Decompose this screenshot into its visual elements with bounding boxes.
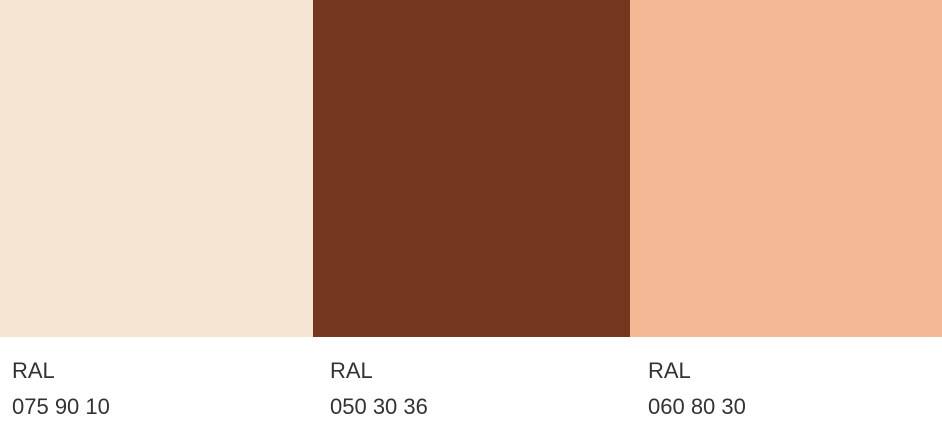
swatch-color-block[interactable] <box>0 0 313 337</box>
swatch-system: RAL <box>648 358 691 383</box>
swatch-code: 050 30 36 <box>330 394 428 419</box>
swatch-code: 075 90 10 <box>12 394 110 419</box>
swatch-system: RAL <box>12 358 55 383</box>
swatch-system: RAL <box>330 358 373 383</box>
swatch-color-block[interactable] <box>313 0 630 337</box>
swatch-color-block[interactable] <box>630 0 942 337</box>
swatch-label: RAL 075 90 10 <box>0 337 313 425</box>
swatch-card[interactable]: RAL 060 80 30 <box>630 0 942 425</box>
swatch-code: 060 80 30 <box>648 394 746 419</box>
color-swatch-grid: RAL 075 90 10 RAL 050 30 36 RAL 060 80 3… <box>0 0 942 425</box>
swatch-label: RAL 050 30 36 <box>313 337 630 425</box>
swatch-label: RAL 060 80 30 <box>630 337 942 425</box>
swatch-card[interactable]: RAL 075 90 10 <box>0 0 313 425</box>
swatch-card[interactable]: RAL 050 30 36 <box>313 0 630 425</box>
